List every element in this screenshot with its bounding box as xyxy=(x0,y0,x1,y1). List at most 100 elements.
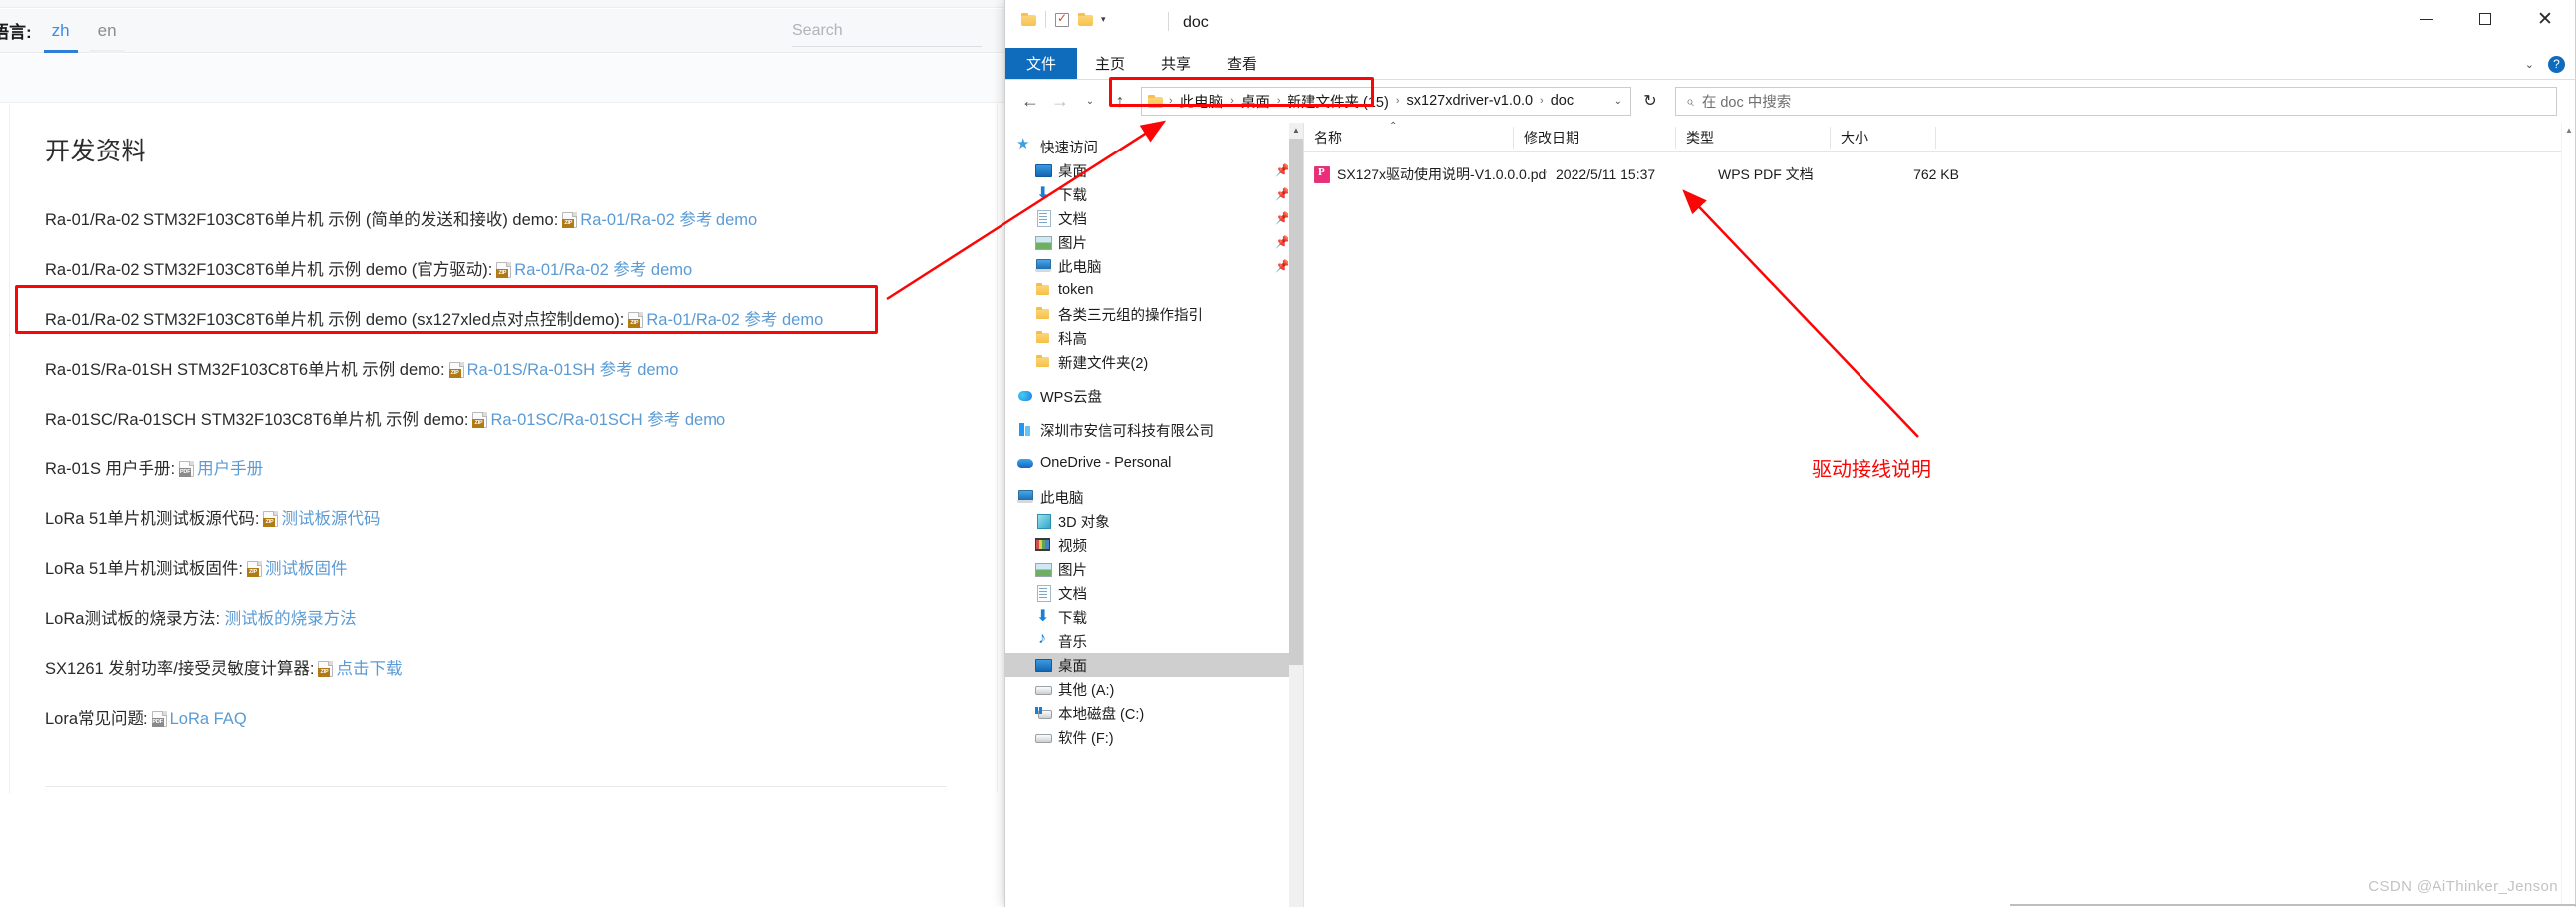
resource-link-description: Lora常见问题: xyxy=(45,710,148,728)
sidebar-item--[interactable]: 图片 xyxy=(1005,557,1303,581)
search-placeholder: 在 doc 中搜索 xyxy=(1701,94,1792,111)
tab-home[interactable]: 主页 xyxy=(1077,48,1143,79)
refresh-icon[interactable]: ↻ xyxy=(1635,87,1665,115)
breadcrumb-sx127xdriver[interactable]: sx127xdriver-v1.0.0 xyxy=(1404,93,1537,109)
navigation-bar: ← → ⌄ ↑ › 此电脑 › 桌面 › 新建文件夹 (15) › sx127x… xyxy=(1005,80,2575,123)
resource-download-link[interactable]: Ra-01/Ra-02 参考 demo xyxy=(580,211,757,229)
properties-checkbox-icon[interactable] xyxy=(1055,11,1069,27)
pin-icon[interactable]: 📌 xyxy=(1275,187,1289,201)
sidebar-item-wps-[interactable]: WPS云盘 xyxy=(1005,384,1303,408)
help-icon[interactable]: ? xyxy=(2548,55,2565,73)
tab-share[interactable]: 共享 xyxy=(1143,48,1209,79)
new-folder-icon[interactable] xyxy=(1078,13,1093,26)
lang-tab-zh[interactable]: zh xyxy=(43,21,78,53)
resource-download-link[interactable]: 测试板源代码 xyxy=(281,510,380,528)
sidebar-item--[interactable]: 桌面 xyxy=(1005,653,1303,677)
sidebar-item--2-[interactable]: 新建文件夹(2) xyxy=(1005,350,1303,374)
tab-view[interactable]: 查看 xyxy=(1209,48,1275,79)
column-size[interactable]: 大小 xyxy=(1831,126,1936,149)
lang-tab-en[interactable]: en xyxy=(89,21,125,53)
drive-icon xyxy=(1035,681,1052,697)
sidebar-item-label: 科高 xyxy=(1058,331,1087,348)
resource-link-row: SX1261 发射功率/接受灵敏度计算器: ZIP 点击下载 xyxy=(45,644,982,694)
navpane-scrollbar[interactable]: ▲ ▼ xyxy=(1289,123,1303,907)
folder-icon xyxy=(1035,282,1051,298)
resource-download-link[interactable]: LoRa FAQ xyxy=(170,710,247,728)
up-arrow-icon[interactable]: ↑ xyxy=(1105,87,1135,115)
resource-download-link[interactable]: 测试板固件 xyxy=(265,560,348,578)
column-type[interactable]: 类型 xyxy=(1676,126,1831,149)
pin-icon[interactable]: 📌 xyxy=(1275,163,1289,177)
column-name[interactable]: 名称 xyxy=(1304,126,1514,149)
table-row[interactable]: SX127x驱动使用说明-V1.0.0.0.pdf 2022/5/11 15:3… xyxy=(1304,160,2575,188)
sidebar-item--[interactable]: 各类三元组的操作指引 xyxy=(1005,302,1303,326)
address-dropdown-icon[interactable]: ⌄ xyxy=(1614,96,1622,107)
breadcrumb-new-folder-15[interactable]: 新建文件夹 (15) xyxy=(1285,91,1392,112)
sidebar-item--[interactable]: 文档 xyxy=(1005,581,1303,605)
sidebar-item--[interactable]: 文档 📌 xyxy=(1005,206,1303,230)
sidebar-item--[interactable]: 下载 📌 xyxy=(1005,182,1303,206)
pin-icon[interactable]: 📌 xyxy=(1275,259,1289,273)
address-bar[interactable]: › 此电脑 › 桌面 › 新建文件夹 (15) › sx127xdriver-v… xyxy=(1141,86,1631,116)
sidebar-item-onedrive-personal[interactable]: OneDrive - Personal xyxy=(1005,452,1303,475)
sidebar-item--[interactable]: 科高 xyxy=(1005,326,1303,350)
chevron-down-icon[interactable]: ⌄ xyxy=(2525,58,2534,71)
file-size: 762 KB xyxy=(1913,166,1959,182)
content-divider xyxy=(45,786,947,787)
breadcrumb-desktop[interactable]: 桌面 xyxy=(1238,91,1273,112)
sidebar-item--[interactable]: 快速访问 xyxy=(1005,135,1303,158)
filepane-scrollbar[interactable]: ▲ ▼ xyxy=(2561,123,2575,907)
sidebar-item--c-[interactable]: 本地磁盘 (C:) xyxy=(1005,701,1303,725)
pin-icon[interactable]: 📌 xyxy=(1275,235,1289,249)
customize-caret-icon[interactable]: ▾ xyxy=(1101,14,1106,25)
resource-download-link[interactable]: 测试板的烧录方法 xyxy=(225,610,357,628)
sidebar-item--[interactable]: 深圳市安信可科技有限公司 xyxy=(1005,418,1303,442)
sidebar-item--f-[interactable]: 软件 (F:) xyxy=(1005,725,1303,749)
resource-download-link[interactable]: 用户手册 xyxy=(197,460,263,478)
zip-file-icon: ZIP xyxy=(496,262,512,278)
tab-file[interactable]: 文件 xyxy=(1005,48,1077,79)
sidebar-item--[interactable]: 此电脑 📌 xyxy=(1005,254,1303,278)
sidebar-item-label: 快速访问 xyxy=(1040,140,1098,156)
sidebar-item-3d-[interactable]: 3D 对象 xyxy=(1005,509,1303,533)
sort-ascending-icon: ⌃ xyxy=(1389,121,1398,132)
resource-download-link[interactable]: Ra-01SC/Ra-01SCH 参考 demo xyxy=(490,411,725,429)
sidebar-item-label: 此电脑 xyxy=(1058,259,1102,276)
cloud-wps-icon xyxy=(1017,388,1033,404)
resource-download-link[interactable]: Ra-01/Ra-02 参考 demo xyxy=(514,261,692,279)
scroll-up-icon[interactable]: ▲ xyxy=(2562,123,2576,139)
resource-link-row: Ra-01S 用户手册: PDF 用户手册 xyxy=(45,445,982,494)
back-arrow-icon[interactable]: ← xyxy=(1015,87,1045,115)
resource-download-link[interactable]: Ra-01/Ra-02 参考 demo xyxy=(646,311,823,329)
sidebar-item-label: 下载 xyxy=(1058,610,1087,627)
explorer-search-box[interactable]: ⌕ 在 doc 中搜索 xyxy=(1675,86,2557,116)
resource-download-link[interactable]: 点击下载 xyxy=(336,660,402,678)
sidebar-item--[interactable]: 图片 📌 xyxy=(1005,230,1303,254)
sidebar-item--[interactable]: 下载 xyxy=(1005,605,1303,629)
breadcrumb-doc[interactable]: doc xyxy=(1548,93,1576,109)
sidebar-item-token[interactable]: token xyxy=(1005,278,1303,302)
sidebar-item--[interactable]: 视频 xyxy=(1005,533,1303,557)
breadcrumb-this-pc[interactable]: 此电脑 xyxy=(1177,91,1227,112)
doc-icon xyxy=(1035,210,1051,227)
sidebar-item--[interactable]: 此电脑 xyxy=(1005,485,1303,509)
drive-win-icon xyxy=(1035,705,1052,721)
close-button[interactable]: ✕ xyxy=(2515,0,2575,38)
folder-icon xyxy=(1035,330,1051,346)
sidebar-item--a-[interactable]: 其他 (A:) xyxy=(1005,677,1303,701)
folder-icon xyxy=(1035,306,1051,322)
sidebar-item--[interactable]: 音乐 xyxy=(1005,629,1303,653)
maximize-button[interactable] xyxy=(2455,0,2515,38)
resource-download-link[interactable]: Ra-01S/Ra-01SH 参考 demo xyxy=(467,361,679,379)
minimize-button[interactable] xyxy=(2396,0,2455,38)
sidebar-item--[interactable]: 桌面 📌 xyxy=(1005,158,1303,182)
folder-icon[interactable] xyxy=(1021,13,1036,26)
forward-arrow-icon[interactable]: → xyxy=(1045,87,1075,115)
scroll-up-icon[interactable]: ▲ xyxy=(1289,123,1303,139)
site-search-input[interactable]: Search xyxy=(792,22,982,47)
navpane-scroll-thumb[interactable] xyxy=(1289,139,1303,665)
pin-icon[interactable]: 📌 xyxy=(1275,211,1289,225)
recent-locations-icon[interactable]: ⌄ xyxy=(1075,87,1105,115)
column-date-modified[interactable]: 修改日期 xyxy=(1514,126,1676,149)
breadcrumb-arrow: › xyxy=(1276,95,1281,107)
